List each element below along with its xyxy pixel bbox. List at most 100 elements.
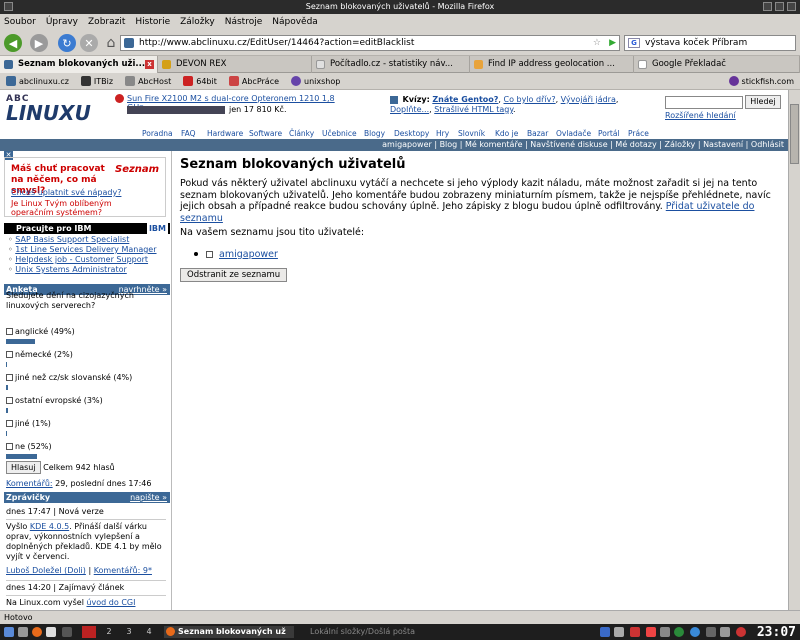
job-item[interactable]: ◦ 1st Line Services Delivery Manager — [8, 245, 157, 255]
bookmark-abchost[interactable]: AbcHost — [125, 76, 171, 86]
news-comments[interactable]: Komentářů: 9* — [94, 566, 152, 575]
nav-item[interactable]: Hry — [436, 129, 449, 138]
tray-icon[interactable] — [720, 627, 730, 637]
site-search-button[interactable]: Hledej — [745, 95, 781, 109]
advanced-search-link[interactable]: Rozšířené hledání — [665, 111, 736, 120]
task-firefox[interactable]: Seznam blokovaných už — [164, 626, 294, 638]
vertical-scrollbar[interactable] — [788, 90, 800, 610]
nav-item[interactable]: Články — [289, 129, 314, 138]
job-item[interactable]: ◦ SAP Basis Support Specialist — [8, 235, 157, 245]
menu-file[interactable]: Soubor — [4, 17, 36, 27]
poll-checkbox[interactable] — [6, 351, 13, 358]
job-link[interactable]: SAP Basis Support Specialist — [15, 235, 129, 244]
news-link[interactable]: úvod do CGI — [86, 598, 135, 607]
back-icon[interactable]: ◀ — [4, 34, 22, 52]
menu-help[interactable]: Nápověda — [272, 17, 318, 27]
poll-checkbox[interactable] — [6, 420, 13, 427]
nav-item[interactable]: Ovladače — [556, 129, 591, 138]
reload-icon[interactable]: ↻ — [58, 34, 76, 52]
poll-option[interactable]: ostatní evropské (3%) — [6, 396, 103, 405]
nav-item[interactable]: Hardware — [207, 129, 243, 138]
window-menu-icon[interactable] — [4, 2, 13, 11]
tray-icon[interactable] — [736, 627, 746, 637]
job-item[interactable]: ◦ Helpdesk job - Customer Support — [8, 255, 157, 265]
menu-bookmarks[interactable]: Záložky — [180, 17, 215, 27]
tray-icon[interactable] — [600, 627, 610, 637]
url-input[interactable]: http://www.abclinuxu.cz/EditUser/14464?a… — [120, 35, 620, 51]
user-nav[interactable]: amigapower | Blog | Mé komentáře | Navšt… — [0, 139, 788, 151]
search-input[interactable]: G výstava koček Příbram — [624, 35, 796, 51]
workspace-1-icon[interactable] — [62, 627, 72, 637]
poll-comments-link[interactable]: Komentářů: — [6, 479, 53, 488]
maximize-icon[interactable] — [775, 2, 784, 11]
quiz-link[interactable]: Vývojáři jádra — [561, 95, 616, 104]
tray-icon[interactable] — [614, 627, 624, 637]
bookmark-abcprace[interactable]: AbcPráce — [228, 76, 279, 86]
nav-item[interactable]: Práce — [628, 129, 649, 138]
home-icon[interactable]: ⌂ — [102, 34, 120, 52]
job-item[interactable]: ◦ Unix Systems Administrator — [8, 265, 157, 275]
menu-history[interactable]: Historie — [135, 17, 170, 27]
poll-option[interactable]: jiné než cz/sk slovanské (4%) — [6, 373, 132, 382]
news-link[interactable]: KDE 4.0.5 — [30, 522, 69, 531]
google-icon[interactable]: G — [628, 38, 640, 48]
nav-item[interactable]: Portál — [598, 129, 620, 138]
tab[interactable]: Počítadlo.cz - statistiky náv... — [312, 56, 470, 73]
tray-icon[interactable] — [630, 627, 640, 637]
nav-item[interactable]: Desktopy — [394, 129, 429, 138]
file-manager-icon[interactable] — [18, 627, 28, 637]
nav-item[interactable]: Blogy — [364, 129, 385, 138]
terminal-icon[interactable] — [46, 627, 56, 637]
menu-view[interactable]: Zobrazit — [88, 17, 125, 27]
poll-checkbox[interactable] — [6, 374, 13, 381]
seznam-promo[interactable]: Máš chuť pracovat na něčem, co má smysl?… — [4, 157, 166, 217]
forward-icon[interactable]: ▶ — [30, 34, 48, 52]
poll-option[interactable]: anglické (49%) — [6, 327, 75, 336]
quiz-link[interactable]: Co bylo dřív? — [504, 95, 556, 104]
minimize-icon[interactable] — [763, 2, 772, 11]
bookmark-stickfish[interactable]: stickfish.com — [728, 76, 794, 86]
nav-item[interactable]: Bazar — [527, 129, 548, 138]
go-icon[interactable]: ▶ — [609, 36, 616, 50]
job-link[interactable]: 1st Line Services Delivery Manager — [15, 245, 156, 254]
tray-icon[interactable] — [646, 627, 656, 637]
nav-item[interactable]: Učebnice — [322, 129, 357, 138]
app-launcher-icon[interactable] — [4, 627, 14, 637]
promo-link[interactable]: Chceš uplatnit své nápady? — [11, 188, 121, 197]
tray-icon[interactable] — [706, 627, 716, 637]
bookmark-itbiz[interactable]: ITBiz — [80, 76, 113, 86]
workspace-3[interactable]: 3 — [122, 626, 136, 638]
tray-icon[interactable] — [674, 627, 684, 637]
job-link[interactable]: Unix Systems Administrator — [15, 265, 127, 274]
blocked-user-checkbox[interactable] — [206, 250, 213, 258]
news-author[interactable]: Luboš Doležel (Doli) — [6, 566, 86, 575]
poll-option[interactable]: jiné (1%) — [6, 419, 51, 428]
workspace-4[interactable]: 4 — [142, 626, 156, 638]
tray-icon[interactable] — [690, 627, 700, 637]
news-write-link[interactable]: napište » — [130, 492, 167, 503]
close-icon[interactable] — [787, 2, 796, 11]
scrollbar-thumb[interactable] — [790, 104, 799, 164]
poll-checkbox[interactable] — [6, 397, 13, 404]
tab[interactable]: DEVON REX — [158, 56, 312, 73]
menu-edit[interactable]: Úpravy — [46, 17, 78, 27]
quiz-link[interactable]: Znáte Gentoo? — [432, 95, 498, 104]
tab-active[interactable]: Seznam blokovaných uži... x — [0, 56, 158, 73]
job-link[interactable]: Helpdesk job - Customer Support — [15, 255, 148, 264]
site-search-input[interactable] — [665, 95, 743, 109]
firefox-icon[interactable] — [32, 627, 42, 637]
nav-item[interactable]: Slovník — [458, 129, 485, 138]
nav-item[interactable]: FAQ — [181, 129, 196, 138]
task-mail[interactable]: Lokální složky/Došlá pošta — [296, 626, 436, 638]
menu-tools[interactable]: Nástroje — [225, 17, 263, 27]
poll-checkbox[interactable] — [6, 443, 13, 450]
tab[interactable]: Find IP address geolocation ... — [470, 56, 634, 73]
star-icon[interactable]: ☆ — [593, 36, 601, 50]
stop-icon[interactable]: ✕ — [80, 34, 98, 52]
workspace-2[interactable]: 2 — [102, 626, 116, 638]
bookmark-abclinuxu[interactable]: abclinuxu.cz — [6, 76, 69, 86]
poll-option[interactable]: ne (52%) — [6, 442, 52, 451]
nav-item[interactable]: Kdo je — [495, 129, 518, 138]
tab[interactable]: Google Překladač — [634, 56, 800, 73]
vote-button[interactable]: Hlasuj — [6, 461, 41, 474]
